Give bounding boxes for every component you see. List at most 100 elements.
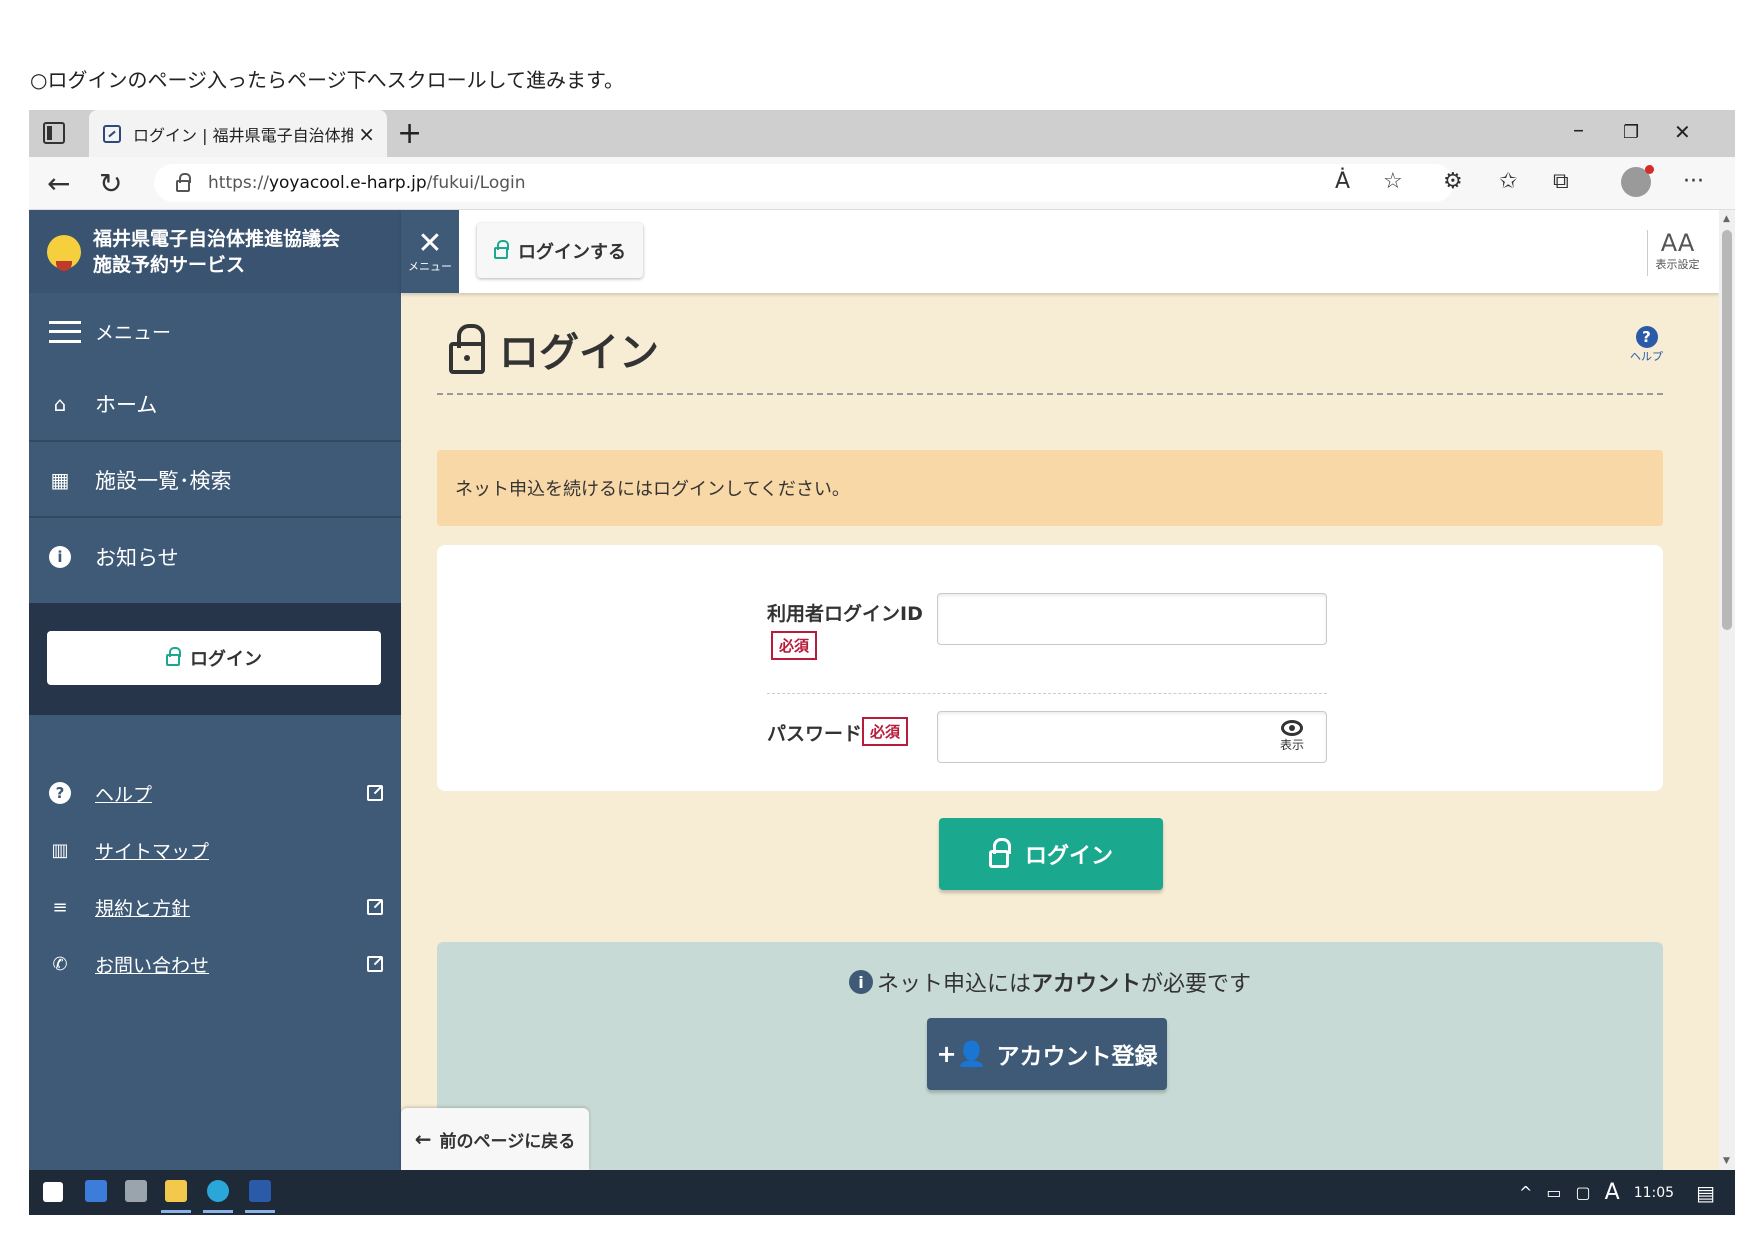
login-button[interactable]: ログイン [939,818,1163,890]
sidebar-link-sitemap[interactable]: ▥ サイトマップ [49,835,383,865]
sidebar-link-terms[interactable]: ≡ 規約と方針 [49,892,383,922]
word-icon[interactable] [245,1180,275,1213]
file-explorer-icon[interactable] [161,1180,191,1213]
new-tab-button[interactable]: + [397,116,422,151]
row-divider [767,693,1327,694]
account-msg-bold: アカウント [1030,972,1141,997]
more-icon[interactable]: ··· [1683,169,1704,194]
sidebar-item-home[interactable]: ⌂ ホーム [29,368,401,442]
restore-icon[interactable]: ❐ [1623,122,1639,143]
sidebar-item-news[interactable]: i お知らせ [29,520,401,594]
tab-actions-icon[interactable] [43,122,65,144]
account-section: i ネット申込には アカウント が必要です +👤 アカウント登録 [437,942,1663,1170]
sidebar-link-label: サイトマップ [95,840,210,863]
lock-icon [176,173,191,192]
ime-indicator[interactable]: A [1605,1180,1620,1205]
read-aloud-icon[interactable]: Ȧ [1335,169,1350,194]
sidebar: 福井県電子自治体推進協議会 施設予約サービス メニュー ⌂ ホーム ▦ 施設一覧… [29,210,401,1170]
account-register-button[interactable]: +👤 アカウント登録 [927,1018,1167,1090]
sidebar-item-label: お知らせ [95,546,179,570]
phone-icon: ✆ [52,953,68,975]
brand-text: 福井県電子自治体推進協議会 施設予約サービス [93,226,340,278]
page-help-link[interactable]: ? ヘルプ [1630,326,1663,364]
sidebar-link-help[interactable]: ? ヘルプ [49,778,383,808]
tab-title: ログイン | 福井県電子自治体推進 [133,125,353,145]
site-brand[interactable]: 福井県電子自治体推進協議会 施設予約サービス [29,210,401,293]
page-scrollbar[interactable]: ▲ ▼ [1719,210,1735,1170]
sidebar-link-label: お問い合わせ [95,954,210,977]
display-settings-label: 表示設定 [1655,258,1700,271]
sidebar-login-panel: ログイン [29,603,401,715]
sidebar-login-label: ログイン [190,649,262,670]
os-taskbar: ^ ▭ ▢ A 11:05 ▤ [29,1170,1735,1215]
network-icon[interactable]: ▢ [1576,1183,1591,1202]
menu-toggle[interactable]: メニュー [49,318,171,345]
back-page-button[interactable]: ← 前のページに戻る [401,1108,589,1170]
sidebar-item-label: ホーム [95,393,158,417]
scroll-up-icon[interactable]: ▲ [1723,214,1730,224]
close-icon: ✕ [417,226,443,261]
user-id-label: 利用者ログインID [767,603,923,625]
battery-icon[interactable]: ▭ [1546,1183,1561,1202]
account-msg-post: が必要です [1141,972,1252,997]
close-menu-button[interactable]: ✕ メニュー [401,210,459,293]
back-arrow-icon[interactable]: ← [47,167,70,200]
tab-strip: ログイン | 福井県電子自治体推進 × + – ❐ ✕ [29,110,1735,157]
tab-login[interactable]: ログイン | 福井県電子自治体推進 × [89,110,387,157]
account-msg-pre: ネット申込には [876,972,1031,997]
start-windows-icon[interactable] [43,1182,63,1202]
show-password-label: 表示 [1279,738,1304,752]
password-label: パスワード [767,723,863,745]
close-menu-label: メニュー [408,260,452,273]
help-icon: ? [1635,326,1658,348]
tab-close-icon[interactable]: × [358,122,375,146]
edge-browser-icon[interactable] [203,1180,233,1213]
minimize-icon[interactable]: – [1573,118,1584,143]
back-arrow-icon: ← [414,1127,432,1151]
show-password-toggle[interactable]: 表示 [1280,720,1304,753]
web-page: 福井県電子自治体推進協議会 施設予約サービス メニュー ⌂ ホーム ▦ 施設一覧… [29,210,1719,1170]
page-title-area: ログイン ? ヘルプ [437,320,1663,395]
notification-icon[interactable]: ▤ [1696,1181,1715,1205]
extensions-icon[interactable]: ⚙ [1443,169,1463,194]
sidebar-login-button[interactable]: ログイン [47,631,381,685]
lock-icon [166,647,181,666]
user-id-input[interactable] [937,593,1327,645]
sidebar-item-facilities[interactable]: ▦ 施設一覧･検索 [29,444,401,518]
window-close-icon[interactable]: ✕ [1674,120,1691,144]
reload-icon[interactable]: ↻ [99,167,122,200]
collections-icon[interactable]: ⧉ [1553,169,1569,194]
help-label: ヘルプ [1630,350,1663,363]
login-button-label: ログイン [1024,844,1113,869]
header-login-button[interactable]: ログインする [477,223,643,278]
password-input[interactable]: 表示 [937,711,1327,763]
favorites-icon[interactable]: ✩ [1499,169,1517,194]
external-link-icon [367,956,383,972]
lock-icon [494,239,509,259]
account-register-label: アカウント登録 [996,1044,1158,1070]
eye-icon [1280,720,1303,736]
sidebar-link-contact[interactable]: ✆ お問い合わせ [49,949,383,979]
sidebar-link-label: 規約と方針 [95,897,191,920]
padlock-icon [449,324,485,374]
address-bar: ← ↻ https://yoyacool.e-harp.jp/fukui/Log… [29,157,1735,210]
tray-expand-icon[interactable]: ^ [1519,1183,1532,1202]
url-field[interactable]: https://yoyacool.e-harp.jp/fukui/Login [154,164,1454,202]
hamburger-icon [49,320,81,343]
sidebar-link-label: ヘルプ [95,783,153,806]
profile-avatar-icon[interactable] [1621,165,1654,197]
brand-line-2: 施設予約サービス [93,253,246,276]
mascot-logo-icon [47,234,81,271]
scroll-down-icon[interactable]: ▼ [1723,1156,1730,1166]
display-settings-button[interactable]: AA 表示設定 [1647,230,1707,276]
clock[interactable]: 11:05 [1634,1185,1674,1201]
app-icon[interactable] [85,1180,107,1202]
notepad-icon[interactable] [125,1180,147,1202]
add-favorite-icon[interactable]: ☆ [1383,169,1403,194]
list-icon: ≡ [52,896,68,918]
menu-label: メニュー [95,322,172,344]
password-row: パスワード 必須 表示 [767,711,1327,767]
browser-window: ログイン | 福井県電子自治体推進 × + – ❐ ✕ ← ↻ https://… [29,110,1735,1215]
system-tray: ^ ▭ ▢ A 11:05 ▤ [1505,1170,1715,1215]
scrollbar-thumb[interactable] [1722,230,1732,630]
